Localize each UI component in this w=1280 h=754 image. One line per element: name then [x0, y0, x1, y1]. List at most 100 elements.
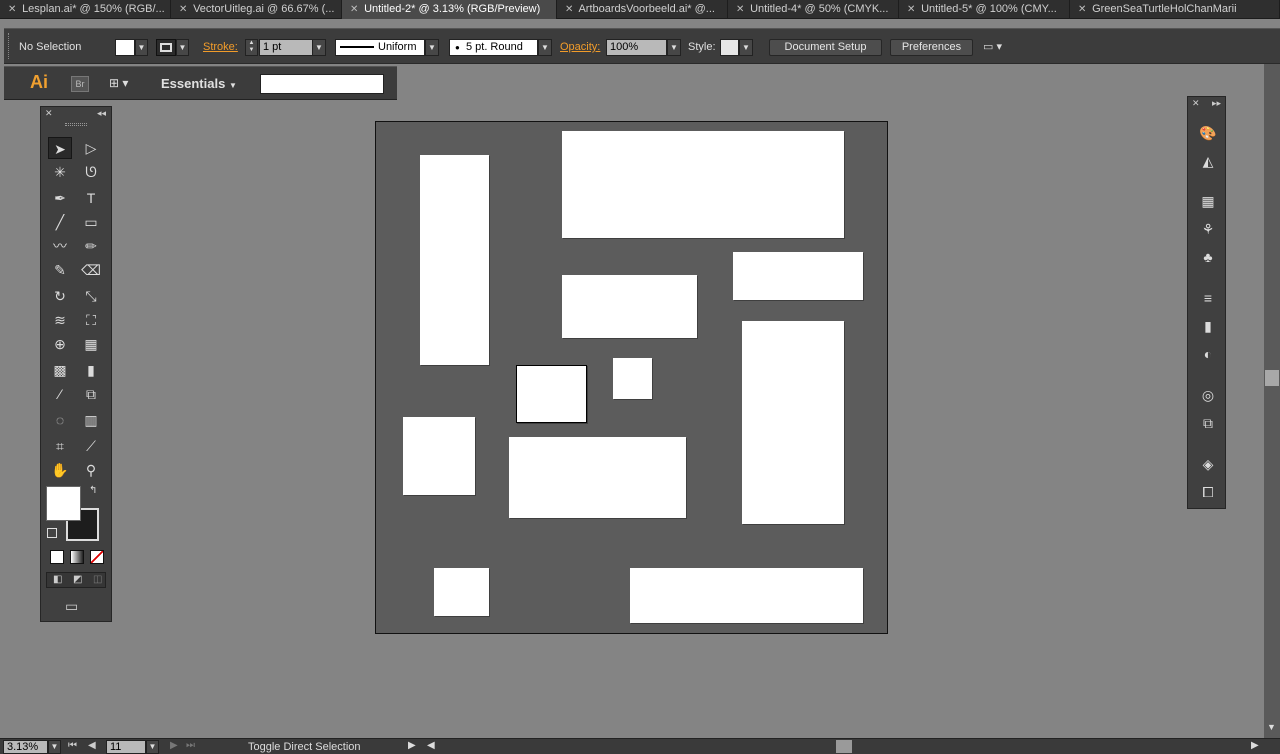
style-dropdown[interactable]: ▼ — [739, 39, 753, 56]
lasso-tool-button[interactable]: ᘎ — [79, 161, 103, 183]
scroll-left-arrow-icon[interactable]: ◀ — [427, 740, 435, 751]
preferences-button[interactable]: Preferences — [890, 39, 973, 56]
tab-untitled-5[interactable]: ✕ Untitled-5* @ 100% (CMY... — [899, 0, 1070, 19]
paintbrush-tool-button[interactable]: 〰 — [48, 235, 72, 257]
artboard-rectangle[interactable] — [733, 252, 863, 300]
default-fill-stroke-icon[interactable] — [47, 528, 57, 538]
arrange-documents-button[interactable]: ⊞ ▾ — [109, 76, 139, 92]
tab-untitled-2[interactable]: ✕ Untitled-2* @ 3.13% (RGB/Preview) — [342, 0, 557, 19]
status-menu-arrow-icon[interactable]: ▶ — [408, 740, 416, 751]
draw-inside-icon[interactable]: ◫ — [93, 574, 102, 585]
column-graph-tool-button[interactable]: ▥ — [79, 409, 103, 431]
fill-swatch[interactable] — [115, 39, 135, 56]
artboard-rectangle[interactable] — [403, 417, 475, 495]
artboard-rectangle[interactable] — [434, 568, 489, 616]
blob-brush-tool-button[interactable]: ✎ — [48, 259, 72, 281]
hand-tool-button[interactable]: ✋ — [48, 459, 72, 481]
color-icon[interactable]: 🎨 — [1197, 122, 1219, 144]
zoom-field[interactable]: 3.13% — [3, 740, 48, 754]
artboard-rectangle[interactable] — [742, 321, 844, 524]
close-panel-icon[interactable]: ✕ — [45, 108, 53, 119]
tab-untitled-4[interactable]: ✕ Untitled-4* @ 50% (CMYK... — [728, 0, 899, 19]
artboard-dropdown[interactable]: ▼ — [146, 740, 159, 754]
symbols-icon[interactable]: ♣ — [1197, 246, 1219, 268]
close-tab-icon[interactable]: ✕ — [350, 1, 361, 19]
magic-wand-tool-button[interactable]: ✳ — [48, 161, 72, 183]
color-guide-icon[interactable]: ◭ — [1197, 150, 1219, 172]
stroke-dropdown-arrow[interactable]: ▼ — [176, 39, 189, 56]
stroke-weight-dropdown[interactable]: ▼ — [312, 39, 326, 56]
brushes-icon[interactable]: ⚘ — [1197, 218, 1219, 240]
pencil-tool-button[interactable]: ✏ — [79, 235, 103, 257]
symbol-sprayer-tool-button[interactable]: ◌ — [48, 409, 72, 431]
first-artboard-icon[interactable]: ⏮ — [68, 740, 77, 751]
graphic-style-swatch[interactable] — [720, 39, 739, 56]
scroll-right-arrow-icon[interactable]: ▶ — [1251, 740, 1259, 751]
brush-definition[interactable]: ● 5 pt. Round — [449, 39, 538, 56]
document-setup-button[interactable]: Document Setup — [769, 39, 882, 56]
mesh-tool-button[interactable]: ▩ — [48, 359, 72, 381]
collapse-panel-icon[interactable]: ◂◂ — [97, 108, 106, 119]
color-mode-icon[interactable] — [50, 550, 64, 564]
layers-icon[interactable]: ◈ — [1197, 453, 1219, 475]
stroke-panel-link[interactable]: Stroke: — [203, 41, 238, 53]
gradient-mode-icon[interactable] — [70, 550, 84, 564]
selection-tool-button[interactable]: ➤ — [48, 137, 72, 159]
line-segment-tool-button[interactable]: ╱ — [48, 211, 72, 233]
eyedropper-tool-button[interactable]: ⁄ — [48, 383, 72, 405]
blend-tool-button[interactable]: ⧉ — [79, 383, 103, 405]
swap-fill-stroke-icon[interactable]: ↰ — [89, 485, 97, 496]
tab-artboardsvoorbeeld[interactable]: ✕ ArtboardsVoorbeeld.ai* @... — [557, 0, 728, 19]
draw-normal-icon[interactable]: ◧ — [53, 574, 62, 585]
tab-vectoruitleg[interactable]: ✕ VectorUitleg.ai @ 66.67% (... — [171, 0, 342, 19]
horizontal-scroll-thumb[interactable] — [836, 740, 852, 753]
profile-dropdown[interactable]: ▼ — [425, 39, 439, 56]
vertical-scrollbar[interactable]: ▼ — [1264, 64, 1280, 738]
close-tab-icon[interactable]: ✕ — [1078, 1, 1089, 19]
tab-greenseaturtle[interactable]: ✕ GreenSeaTurtleHolChanMarii — [1070, 0, 1280, 19]
opacity-dropdown[interactable]: ▼ — [667, 39, 681, 56]
variable-width-profile[interactable]: Uniform — [335, 39, 425, 56]
previous-artboard-icon[interactable]: ◀ — [88, 740, 96, 751]
next-artboard-icon[interactable]: ▶ — [170, 740, 178, 751]
slice-tool-button[interactable]: ⟋ — [79, 435, 103, 457]
pen-tool-button[interactable]: ✒ — [48, 187, 72, 209]
artboard-rectangle-selected[interactable] — [516, 365, 587, 423]
artboard-rectangle[interactable] — [420, 155, 489, 365]
close-tab-icon[interactable]: ✕ — [565, 1, 576, 19]
last-artboard-icon[interactable]: ⏭ — [186, 740, 195, 751]
artboard-number-field[interactable]: 11 — [106, 740, 146, 754]
direct-selection-tool-button[interactable]: ▷ — [79, 137, 103, 159]
artboard-rectangle[interactable] — [562, 131, 844, 238]
brush-dropdown[interactable]: ▼ — [538, 39, 552, 56]
scale-tool-button[interactable]: ⤡ — [79, 285, 103, 307]
artboard-rectangle[interactable] — [630, 568, 863, 623]
artboard-rectangle[interactable] — [613, 358, 652, 399]
panel-grip[interactable] — [65, 123, 87, 126]
close-tab-icon[interactable]: ✕ — [736, 1, 747, 19]
opacity-field[interactable]: 100% — [606, 39, 667, 56]
stroke-swatch[interactable] — [156, 39, 176, 56]
free-transform-tool-button[interactable]: ⛶ — [79, 309, 103, 331]
bridge-button[interactable]: Br — [71, 76, 89, 92]
eraser-tool-button[interactable]: ⌫ — [79, 259, 103, 281]
gradient-icon[interactable]: ▮ — [1197, 315, 1219, 337]
fill-dropdown-arrow[interactable]: ▼ — [135, 39, 148, 56]
expand-panel-icon[interactable]: ▸▸ — [1212, 98, 1221, 109]
draw-behind-icon[interactable]: ◩ — [73, 574, 82, 585]
artboard-rectangle[interactable] — [509, 437, 686, 518]
type-tool-button[interactable]: T — [79, 187, 103, 209]
workspace-switcher[interactable]: Essentials ▼ — [161, 76, 237, 91]
close-tab-icon[interactable]: ✕ — [8, 1, 19, 19]
artboard-tool-button[interactable]: ⌗ — [48, 435, 72, 457]
width-tool-button[interactable]: ≋ — [48, 309, 72, 331]
artboards-icon[interactable]: ⧠ — [1197, 481, 1219, 503]
artboard-rectangle[interactable] — [562, 275, 697, 338]
swatches-icon[interactable]: ▦ — [1197, 190, 1219, 212]
none-mode-icon[interactable] — [90, 550, 104, 564]
artboard[interactable] — [375, 121, 888, 634]
opacity-panel-link[interactable]: Opacity: — [560, 41, 600, 53]
perspective-grid-tool-button[interactable]: ▦ — [79, 333, 103, 355]
appearance-icon[interactable]: ◎ — [1197, 384, 1219, 406]
close-tab-icon[interactable]: ✕ — [179, 1, 190, 19]
